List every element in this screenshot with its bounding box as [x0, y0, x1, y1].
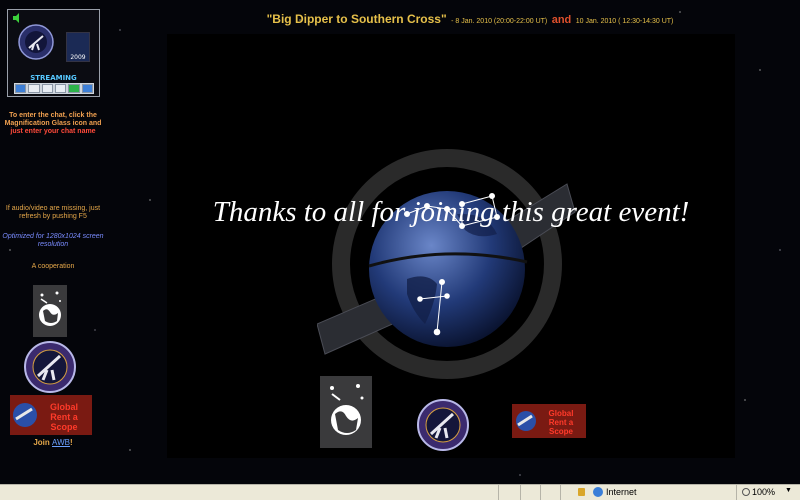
user-icon[interactable]: [54, 84, 67, 93]
join-line: Join AWB!: [0, 438, 106, 447]
big-dipper-southern-cross-artwork: [317, 149, 576, 379]
global-rent-a-scope-logo-large[interactable]: Global Rent a Scope: [512, 404, 586, 438]
grs-large-line-3: Scope: [549, 427, 574, 436]
chevron-down-icon[interactable]: ▼: [785, 487, 792, 494]
status-divider: [540, 485, 541, 500]
virtual-telescope-logo-large[interactable]: [415, 398, 471, 452]
lock-icon: [578, 488, 585, 496]
chat-icon[interactable]: [68, 84, 80, 93]
chat-instructions-highlight: just enter your chat name: [10, 128, 96, 135]
webcam-label: STREAMING: [30, 74, 77, 82]
magnifier-icon[interactable]: [28, 84, 40, 93]
virtual-telescope-logo[interactable]: [22, 340, 78, 394]
event-title: "Big Dipper to Southern Cross": [266, 12, 447, 26]
awb-logo[interactable]: [33, 285, 67, 337]
global-rent-a-scope-logo[interactable]: Global Rent a Scope: [10, 395, 92, 435]
awb-logo-large[interactable]: [320, 376, 372, 448]
iya-2009-badge: 2009: [66, 32, 90, 62]
status-divider: [520, 485, 521, 500]
status-divider: [736, 485, 737, 500]
grs-line-1: Global: [50, 402, 78, 412]
speaker-icon[interactable]: [12, 13, 22, 23]
security-zone-label[interactable]: Internet: [606, 487, 637, 497]
grs-large-line-1: Global: [549, 409, 574, 418]
grs-large-line-2: Rent a: [549, 418, 574, 427]
event-and: and: [551, 14, 572, 26]
browser-status-bar: Internet 100% ▼: [0, 484, 800, 500]
join-prefix: Join: [33, 438, 50, 447]
iya-year-text: 2009: [70, 54, 86, 61]
resolution-note: Optimized for 1280x1024 screen resolutio…: [2, 233, 104, 248]
status-divider: [498, 485, 499, 500]
webcam-widget[interactable]: 2009 STREAMING: [7, 9, 100, 97]
awb-link[interactable]: AWB: [52, 438, 70, 447]
play-icon[interactable]: [15, 84, 27, 93]
main-panel: Thanks to all for joining this great eve…: [167, 34, 735, 458]
grs-line-3: Scope: [50, 422, 77, 432]
thanks-message: Thanks to all for joining this great eve…: [212, 196, 690, 228]
event-date-2: 10 Jan. 2010 ( 12:30-14:30 UT): [575, 18, 674, 25]
event-date-1: - 8 Jan. 2010 (20:00-22:00 UT): [451, 18, 548, 25]
chat-instructions-text: To enter the chat, click the Magnificati…: [4, 112, 102, 127]
webcam-toolbar: [14, 83, 94, 94]
audio-note: If audio/video are missing, just refresh…: [5, 205, 101, 220]
internet-zone-icon: [593, 487, 603, 497]
grs-line-2: Rent a: [50, 412, 79, 422]
cooperation-label: A cooperation: [31, 263, 75, 270]
event-header: "Big Dipper to Southern Cross" - 8 Jan. …: [170, 10, 770, 28]
zoom-level[interactable]: 100%: [752, 487, 775, 497]
zoom-icon[interactable]: [742, 488, 750, 496]
status-divider: [560, 485, 561, 500]
forward-icon[interactable]: [81, 84, 93, 93]
join-suffix: !: [69, 438, 73, 447]
virtual-telescope-small-logo: [18, 24, 54, 60]
chat-instructions: To enter the chat, click the Magnificati…: [0, 112, 106, 136]
camera-icon[interactable]: [41, 84, 53, 93]
